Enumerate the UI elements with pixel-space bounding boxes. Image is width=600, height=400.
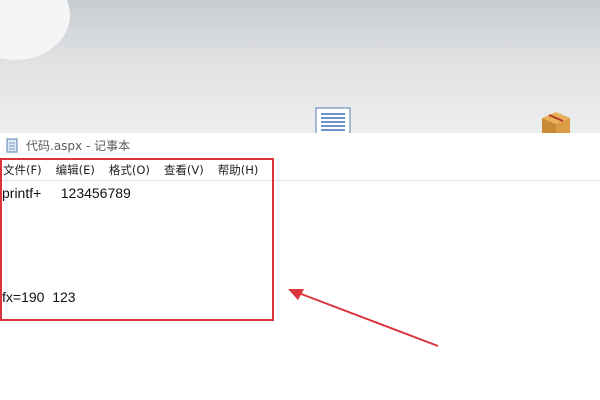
menu-view[interactable]: 查看(V): [164, 162, 204, 178]
title-bar[interactable]: 代码.aspx - 记事本: [0, 133, 600, 159]
desktop-background: [0, 0, 600, 133]
menu-bar: 文件(F) 编辑(E) 格式(O) 查看(V) 帮助(H): [0, 160, 600, 180]
package-icon[interactable]: [536, 108, 576, 133]
menu-edit[interactable]: 编辑(E): [56, 162, 95, 178]
notepad-icon: [6, 138, 18, 153]
document-icon[interactable]: [312, 106, 354, 133]
menu-format[interactable]: 格式(O): [109, 162, 150, 178]
desktop-wallpaper-shape: [0, 0, 70, 60]
window-title: 代码.aspx - 记事本: [26, 139, 131, 153]
text-editor-area[interactable]: printf+ 123456789 fx=190 123: [0, 181, 600, 400]
editor-line-1: printf+ 123456789: [2, 185, 131, 201]
editor-line-2: fx=190 123: [2, 289, 76, 305]
menu-help[interactable]: 帮助(H): [218, 162, 259, 178]
notepad-window: 代码.aspx - 记事本 文件(F) 编辑(E) 格式(O) 查看(V) 帮助…: [0, 133, 600, 400]
menu-file[interactable]: 文件(F): [3, 162, 42, 178]
